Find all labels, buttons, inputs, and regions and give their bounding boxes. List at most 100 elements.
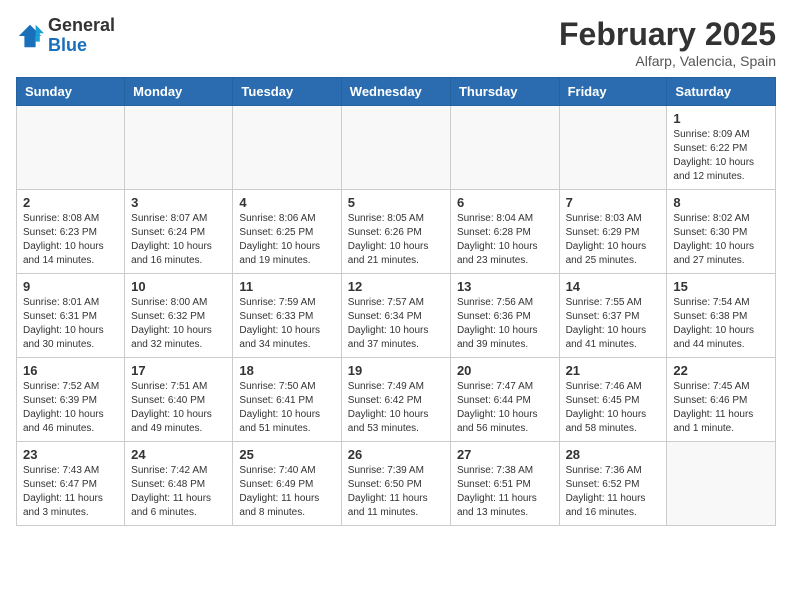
calendar-cell: 22 Sunrise: 7:45 AM Sunset: 6:46 PM Dayli…	[667, 358, 776, 442]
day-info: Sunrise: 7:45 AM Sunset: 6:46 PM Dayligh…	[673, 380, 769, 436]
day-number: 1	[673, 111, 769, 126]
weekday-header: Tuesday	[233, 78, 341, 106]
day-number: 28	[566, 447, 661, 462]
day-number: 25	[239, 447, 334, 462]
day-info: Sunrise: 7:52 AM Sunset: 6:39 PM Dayligh…	[23, 380, 118, 436]
calendar-cell: 27 Sunrise: 7:38 AM Sunset: 6:51 PM Dayli…	[450, 442, 559, 526]
day-info: Sunrise: 8:03 AM Sunset: 6:29 PM Dayligh…	[566, 212, 661, 268]
day-number: 16	[23, 363, 118, 378]
day-number: 15	[673, 279, 769, 294]
day-info: Sunrise: 7:56 AM Sunset: 6:36 PM Dayligh…	[457, 296, 553, 352]
day-number: 22	[673, 363, 769, 378]
calendar-cell: 21Sunrise: 7:46 AM Sunset: 6:45 PM Dayli…	[559, 358, 667, 442]
calendar-week-row: 23 Sunrise: 7:43 AM Sunset: 6:47 PM Dayli…	[17, 442, 776, 526]
day-number: 5	[348, 195, 444, 210]
day-info: Sunrise: 7:57 AM Sunset: 6:34 PM Dayligh…	[348, 296, 444, 352]
calendar-cell: 24 Sunrise: 7:42 AM Sunset: 6:48 PM Dayli…	[125, 442, 233, 526]
page-header: General Blue February 2025 Alfarp, Valen…	[16, 16, 776, 69]
title-block: February 2025 Alfarp, Valencia, Spain	[559, 16, 776, 69]
day-number: 9	[23, 279, 118, 294]
day-info: Sunrise: 8:09 AM Sunset: 6:22 PM Dayligh…	[673, 128, 769, 184]
location: Alfarp, Valencia, Spain	[559, 53, 776, 69]
day-number: 2	[23, 195, 118, 210]
day-info: Sunrise: 8:05 AM Sunset: 6:26 PM Dayligh…	[348, 212, 444, 268]
calendar-cell: 11 Sunrise: 7:59 AM Sunset: 6:33 PM Dayli…	[233, 274, 341, 358]
calendar-cell: 13 Sunrise: 7:56 AM Sunset: 6:36 PM Dayli…	[450, 274, 559, 358]
calendar-cell: 15 Sunrise: 7:54 AM Sunset: 6:38 PM Dayli…	[667, 274, 776, 358]
logo: General Blue	[16, 16, 115, 56]
day-number: 24	[131, 447, 226, 462]
day-info: Sunrise: 7:55 AM Sunset: 6:37 PM Dayligh…	[566, 296, 661, 352]
calendar-cell: 12 Sunrise: 7:57 AM Sunset: 6:34 PM Dayli…	[341, 274, 450, 358]
logo-text: General Blue	[48, 16, 115, 56]
day-number: 26	[348, 447, 444, 462]
weekday-header: Monday	[125, 78, 233, 106]
day-info: Sunrise: 7:51 AM Sunset: 6:40 PM Dayligh…	[131, 380, 226, 436]
day-number: 19	[348, 363, 444, 378]
calendar-cell: 20Sunrise: 7:47 AM Sunset: 6:44 PM Dayli…	[450, 358, 559, 442]
day-info: Sunrise: 7:40 AM Sunset: 6:49 PM Dayligh…	[239, 464, 334, 520]
calendar-cell: 16 Sunrise: 7:52 AM Sunset: 6:39 PM Dayli…	[17, 358, 125, 442]
calendar-cell: 25 Sunrise: 7:40 AM Sunset: 6:49 PM Dayli…	[233, 442, 341, 526]
day-number: 17	[131, 363, 226, 378]
day-info: Sunrise: 7:42 AM Sunset: 6:48 PM Dayligh…	[131, 464, 226, 520]
calendar-cell	[559, 106, 667, 190]
day-info: Sunrise: 7:39 AM Sunset: 6:50 PM Dayligh…	[348, 464, 444, 520]
day-info: Sunrise: 7:47 AM Sunset: 6:44 PM Dayligh…	[457, 380, 553, 436]
calendar-cell: 28 Sunrise: 7:36 AM Sunset: 6:52 PM Dayli…	[559, 442, 667, 526]
calendar-cell: 2 Sunrise: 8:08 AM Sunset: 6:23 PM Daylig…	[17, 190, 125, 274]
day-number: 8	[673, 195, 769, 210]
day-number: 27	[457, 447, 553, 462]
day-info: Sunrise: 8:00 AM Sunset: 6:32 PM Dayligh…	[131, 296, 226, 352]
day-info: Sunrise: 8:07 AM Sunset: 6:24 PM Dayligh…	[131, 212, 226, 268]
calendar-cell: 8 Sunrise: 8:02 AM Sunset: 6:30 PM Daylig…	[667, 190, 776, 274]
calendar-cell: 10 Sunrise: 8:00 AM Sunset: 6:32 PM Dayli…	[125, 274, 233, 358]
calendar-cell: 1 Sunrise: 8:09 AM Sunset: 6:22 PM Daylig…	[667, 106, 776, 190]
calendar-cell: 7 Sunrise: 8:03 AM Sunset: 6:29 PM Daylig…	[559, 190, 667, 274]
logo-icon	[16, 22, 44, 50]
day-info: Sunrise: 7:49 AM Sunset: 6:42 PM Dayligh…	[348, 380, 444, 436]
day-number: 4	[239, 195, 334, 210]
calendar-cell: 9Sunrise: 8:01 AM Sunset: 6:31 PM Daylig…	[17, 274, 125, 358]
calendar-cell: 14 Sunrise: 7:55 AM Sunset: 6:37 PM Dayli…	[559, 274, 667, 358]
day-number: 12	[348, 279, 444, 294]
day-info: Sunrise: 7:54 AM Sunset: 6:38 PM Dayligh…	[673, 296, 769, 352]
day-number: 18	[239, 363, 334, 378]
calendar-table: SundayMondayTuesdayWednesdayThursdayFrid…	[16, 77, 776, 526]
day-info: Sunrise: 8:06 AM Sunset: 6:25 PM Dayligh…	[239, 212, 334, 268]
day-info: Sunrise: 7:38 AM Sunset: 6:51 PM Dayligh…	[457, 464, 553, 520]
weekday-header: Sunday	[17, 78, 125, 106]
calendar-cell: 23 Sunrise: 7:43 AM Sunset: 6:47 PM Dayli…	[17, 442, 125, 526]
weekday-header: Friday	[559, 78, 667, 106]
day-info: Sunrise: 8:02 AM Sunset: 6:30 PM Dayligh…	[673, 212, 769, 268]
day-info: Sunrise: 8:04 AM Sunset: 6:28 PM Dayligh…	[457, 212, 553, 268]
day-number: 13	[457, 279, 553, 294]
calendar-cell: 4 Sunrise: 8:06 AM Sunset: 6:25 PM Daylig…	[233, 190, 341, 274]
day-number: 6	[457, 195, 553, 210]
calendar-cell: 17 Sunrise: 7:51 AM Sunset: 6:40 PM Dayli…	[125, 358, 233, 442]
month-title: February 2025	[559, 16, 776, 53]
day-info: Sunrise: 7:46 AM Sunset: 6:45 PM Dayligh…	[566, 380, 661, 436]
calendar-cell: 5 Sunrise: 8:05 AM Sunset: 6:26 PM Daylig…	[341, 190, 450, 274]
calendar-cell	[341, 106, 450, 190]
day-number: 23	[23, 447, 118, 462]
calendar-cell: 19 Sunrise: 7:49 AM Sunset: 6:42 PM Dayli…	[341, 358, 450, 442]
calendar-cell: 6 Sunrise: 8:04 AM Sunset: 6:28 PM Daylig…	[450, 190, 559, 274]
calendar-cell	[667, 442, 776, 526]
day-info: Sunrise: 7:36 AM Sunset: 6:52 PM Dayligh…	[566, 464, 661, 520]
day-number: 7	[566, 195, 661, 210]
calendar-cell	[125, 106, 233, 190]
day-number: 14	[566, 279, 661, 294]
day-number: 10	[131, 279, 226, 294]
calendar-cell: 3Sunrise: 8:07 AM Sunset: 6:24 PM Daylig…	[125, 190, 233, 274]
weekday-header: Saturday	[667, 78, 776, 106]
day-info: Sunrise: 7:59 AM Sunset: 6:33 PM Dayligh…	[239, 296, 334, 352]
day-info: Sunrise: 7:43 AM Sunset: 6:47 PM Dayligh…	[23, 464, 118, 520]
calendar-week-row: 1 Sunrise: 8:09 AM Sunset: 6:22 PM Daylig…	[17, 106, 776, 190]
calendar-cell: 26 Sunrise: 7:39 AM Sunset: 6:50 PM Dayli…	[341, 442, 450, 526]
weekday-header: Wednesday	[341, 78, 450, 106]
calendar-header-row: SundayMondayTuesdayWednesdayThursdayFrid…	[17, 78, 776, 106]
day-info: Sunrise: 8:08 AM Sunset: 6:23 PM Dayligh…	[23, 212, 118, 268]
day-number: 11	[239, 279, 334, 294]
calendar-week-row: 16 Sunrise: 7:52 AM Sunset: 6:39 PM Dayli…	[17, 358, 776, 442]
